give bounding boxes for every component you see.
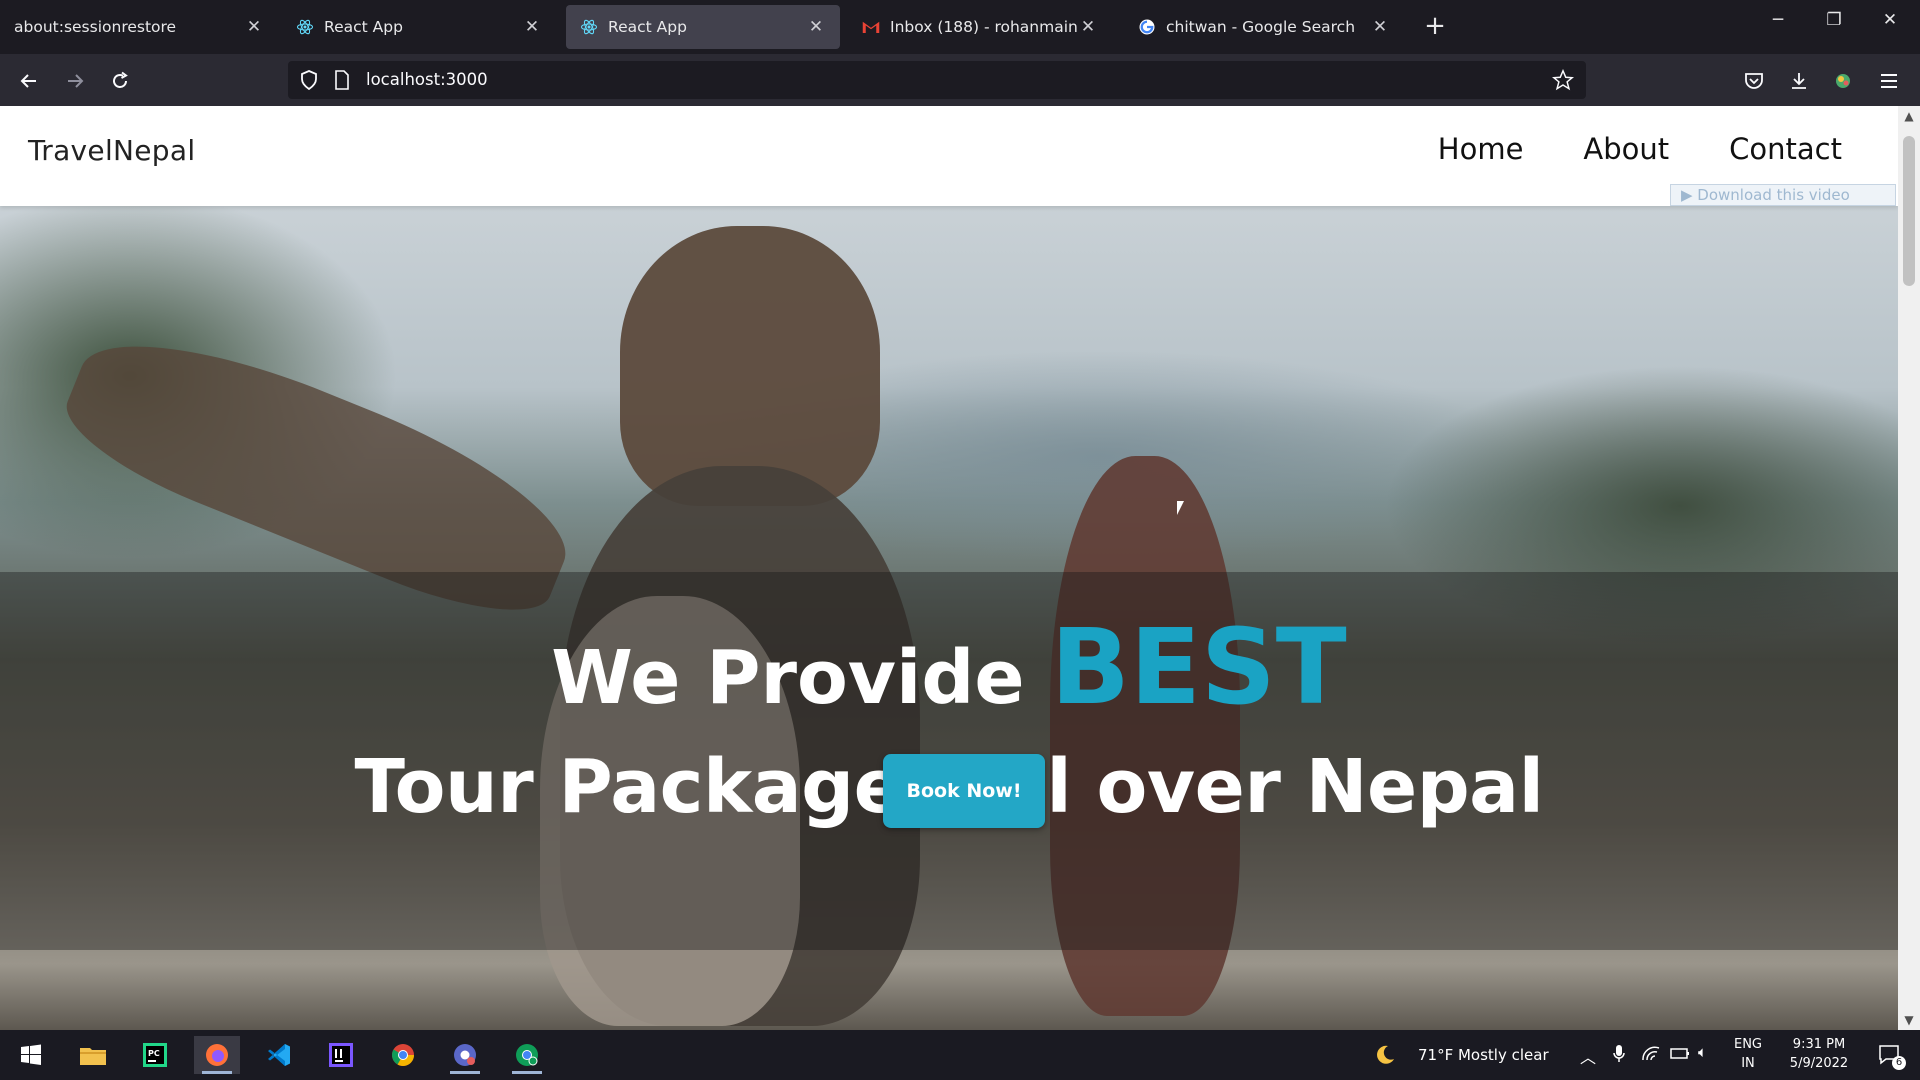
scroll-thumb[interactable] [1903, 136, 1915, 286]
tab-title: Inbox (188) - rohanmainali39@ [890, 18, 1078, 36]
hero-accent-text: BEST [1050, 606, 1347, 728]
page-scrollbar[interactable]: ▲ ▼ [1898, 106, 1920, 1030]
tab-react-app-1[interactable]: React App ✕ [282, 5, 556, 49]
site-logo[interactable]: TravelNepal [28, 134, 195, 167]
close-icon[interactable]: ✕ [522, 17, 542, 37]
tab-gmail-inbox[interactable]: Inbox (188) - rohanmainali39@ ✕ [848, 5, 1112, 49]
microphone-icon[interactable] [1612, 1044, 1626, 1068]
clock[interactable]: 9:31 PM 5/9/2022 [1774, 1037, 1864, 1071]
reload-icon[interactable] [103, 64, 137, 98]
svg-text:PC: PC [148, 1049, 160, 1058]
chrome-app-icon[interactable] [504, 1036, 550, 1074]
tab-google-search[interactable]: chitwan - Google Search ✕ [1124, 5, 1404, 49]
page-viewport: TravelNepal Home About Contact ▶ Downloa… [0, 106, 1898, 1030]
windows-taskbar: PC 71°F Mostly clear ︿ 🔈︎ ENG IN 9:31 PM… [0, 1030, 1920, 1080]
tab-title: React App [324, 18, 403, 36]
hero-headline: We Provide BEST [0, 606, 1898, 728]
extension-icon[interactable] [1826, 64, 1860, 98]
close-icon[interactable]: ✕ [806, 17, 826, 37]
gmail-icon [862, 18, 880, 36]
chrome-profile-icon[interactable] [442, 1036, 488, 1074]
tab-title: about:sessionrestore [14, 18, 177, 36]
battery-icon[interactable] [1670, 1046, 1690, 1064]
tab-title: chitwan - Google Search [1166, 18, 1356, 36]
browser-tab-bar: about:sessionrestore ✕ React App ✕ React… [0, 0, 1920, 54]
scroll-up-icon[interactable]: ▲ [1898, 106, 1920, 126]
scroll-down-icon[interactable]: ▼ [1898, 1010, 1920, 1030]
notification-center-icon[interactable]: 6 [1870, 1036, 1910, 1074]
nav-home[interactable]: Home [1438, 132, 1524, 166]
download-video-overlay[interactable]: ▶ Download this video [1670, 184, 1896, 206]
site-header: TravelNepal Home About Contact [0, 106, 1898, 206]
firefox-icon[interactable] [194, 1036, 240, 1074]
notification-count-badge: 6 [1892, 1056, 1906, 1070]
page-icon[interactable] [334, 70, 350, 94]
close-icon[interactable]: ✕ [1370, 17, 1390, 37]
url-text[interactable]: localhost:3000 [366, 70, 488, 89]
react-icon [296, 18, 314, 36]
clock-date: 5/9/2022 [1789, 1056, 1849, 1071]
chrome-icon[interactable] [380, 1036, 426, 1074]
google-icon [1138, 18, 1156, 36]
show-hidden-icons-icon[interactable]: ︿ [1580, 1044, 1596, 1068]
nav-about[interactable]: About [1583, 132, 1669, 166]
volume-icon[interactable]: 🔈︎ [1698, 1043, 1707, 1061]
tab-react-app-active[interactable]: React App ✕ [566, 5, 840, 49]
mouse-cursor [1177, 501, 1184, 515]
tab-session-restore[interactable]: about:sessionrestore ✕ [0, 5, 278, 49]
region-code: IN [1741, 1056, 1755, 1071]
pycharm-icon[interactable]: PC [132, 1036, 178, 1074]
minimize-icon[interactable]: ─ [1750, 0, 1806, 40]
forward-icon[interactable] [58, 64, 92, 98]
nav-contact[interactable]: Contact [1729, 132, 1842, 166]
weather-moon-icon[interactable] [1370, 1036, 1400, 1074]
new-tab-button[interactable]: + [1418, 10, 1452, 44]
book-now-button[interactable]: Book Now! [883, 754, 1045, 828]
clock-time: 9:31 PM [1792, 1037, 1846, 1052]
react-icon [580, 18, 598, 36]
vscode-icon[interactable] [256, 1036, 302, 1074]
shield-icon[interactable] [300, 70, 318, 94]
hero-lead-text: We Provide [551, 635, 1025, 721]
pocket-icon[interactable] [1737, 64, 1771, 98]
bookmark-star-icon[interactable] [1551, 68, 1575, 95]
close-window-icon[interactable]: ✕ [1862, 0, 1918, 40]
close-icon[interactable]: ✕ [244, 17, 264, 37]
restore-icon[interactable]: ❐ [1806, 0, 1862, 40]
download-icon[interactable] [1782, 64, 1816, 98]
windows-start-icon[interactable] [8, 1036, 54, 1074]
browser-toolbar: localhost:3000 [0, 54, 1920, 106]
language-indicator[interactable]: ENG IN [1730, 1037, 1766, 1071]
wifi-icon[interactable] [1642, 1046, 1660, 1066]
intellij-icon[interactable] [318, 1036, 364, 1074]
hero-figure-man [620, 226, 880, 506]
close-icon[interactable]: ✕ [1078, 17, 1098, 37]
url-bar[interactable]: localhost:3000 [288, 61, 1586, 99]
file-explorer-icon[interactable] [70, 1036, 116, 1074]
site-nav: Home About Contact [1438, 132, 1842, 166]
menu-icon[interactable] [1872, 64, 1906, 98]
language-code: ENG [1733, 1037, 1762, 1052]
back-icon[interactable] [12, 64, 46, 98]
tab-title: React App [608, 18, 687, 36]
weather-text[interactable]: 71°F Mostly clear [1418, 1046, 1549, 1064]
